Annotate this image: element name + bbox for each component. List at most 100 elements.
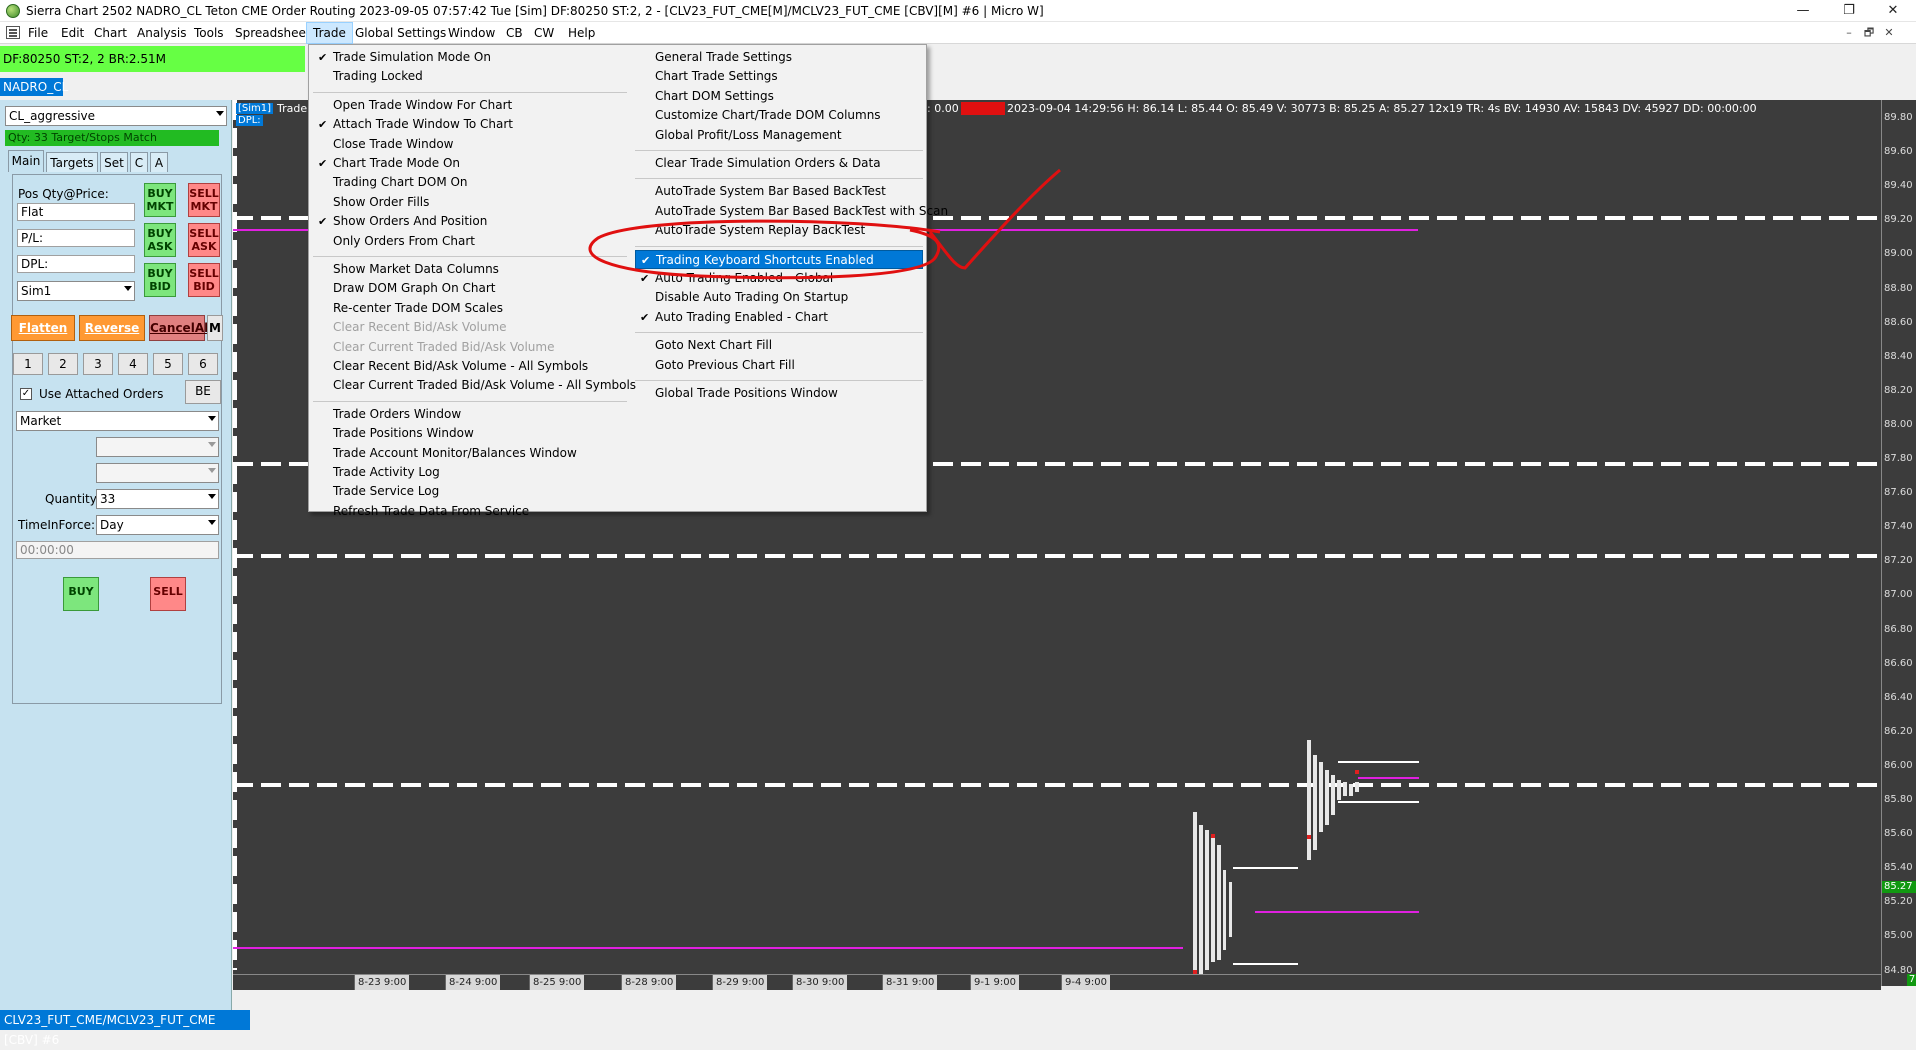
document-icon[interactable] xyxy=(6,26,20,39)
sierra-chart-app-icon[interactable] xyxy=(6,4,20,18)
trade-menu-item-trade-activity-log[interactable]: Trade Activity Log xyxy=(313,463,627,482)
trade-menu-item-trade-positions-window[interactable]: Trade Positions Window xyxy=(313,424,627,443)
trade-menu-item-only-orders-from-chart[interactable]: Only Orders From Chart xyxy=(313,232,627,251)
trade-menu-item-trading-keyboard-shortcuts-enabled[interactable]: ✔ Trading Keyboard Shortcuts Enabled xyxy=(635,249,923,269)
menu-global-settings[interactable]: Global Settings xyxy=(349,22,452,44)
buy-bid-button[interactable]: BUY BID xyxy=(144,263,176,297)
trade-menu-item-trade-service-log[interactable]: Trade Service Log xyxy=(313,482,627,501)
price-axis[interactable]: 89.80 89.60 89.40 89.20 89.00 88.80 88.60 88.40… xyxy=(1881,100,1916,986)
menu-item-label: Global Profit/Loss Management xyxy=(655,127,842,142)
trade-menu-item-customize-chart-trade-dom-columns[interactable]: Customize Chart/Trade DOM Columns xyxy=(635,106,923,125)
sell-market-button[interactable]: SELL MKT xyxy=(188,183,220,217)
use-attached-orders-checkbox[interactable]: ✓ xyxy=(20,388,32,400)
qty-button-1[interactable]: 1 xyxy=(13,353,43,375)
price2-select[interactable] xyxy=(96,463,219,483)
account-select[interactable]: Sim1 xyxy=(17,281,135,301)
quantity-select[interactable]: 33 xyxy=(96,489,219,509)
tab-set[interactable]: Set xyxy=(100,152,128,172)
time-axis[interactable]: 8-23 9:00 8-24 9:00 8-25 9:00 8-28 9:00 8-29… xyxy=(233,974,1881,990)
menu-edit[interactable]: Edit xyxy=(55,22,90,44)
cancel-all-button[interactable]: CancelAll xyxy=(149,315,212,341)
menu-tools[interactable]: Tools xyxy=(188,22,230,44)
tab-a[interactable]: A xyxy=(150,152,168,172)
menu-window[interactable]: Window xyxy=(442,22,501,44)
sell-button[interactable]: SELL xyxy=(150,577,186,611)
menu-item-label: Trade Positions Window xyxy=(333,426,474,441)
order-type-select[interactable]: Market xyxy=(16,411,219,431)
trade-menu-item-autotrade-system-replay-backtest[interactable]: AutoTrade System Replay BackTest xyxy=(635,221,923,240)
qty-button-3[interactable]: 3 xyxy=(83,353,113,375)
trade-menu-item-show-order-fills[interactable]: Show Order Fills xyxy=(313,193,627,212)
menu-chart[interactable]: Chart xyxy=(88,22,133,44)
trade-config-select[interactable]: CL_aggressive xyxy=(5,106,227,126)
trade-menu-item-show-market-data-columns[interactable]: Show Market Data Columns xyxy=(313,260,627,279)
trade-menu-item-clear-trade-simulation-orders-data[interactable]: Clear Trade Simulation Orders & Data xyxy=(635,154,923,173)
trade-menu-item-clear-current-traded-bid-ask-volume-all-symbols[interactable]: Clear Current Traded Bid/Ask Volume - Al… xyxy=(313,376,636,395)
mdi-close-button[interactable]: ✕ xyxy=(1880,25,1898,41)
trade-menu-item-clear-recent-bid-ask-volume-all-symbols[interactable]: Clear Recent Bid/Ask Volume - All Symbol… xyxy=(313,357,627,376)
chartbook-tab[interactable]: NADRO_CL xyxy=(0,78,68,96)
chart-symbol-tab[interactable]: CLV23_FUT_CME/MCLV23_FUT_CME [CBV] #6 xyxy=(0,1010,250,1047)
trade-menu-item-chart-trade-settings[interactable]: Chart Trade Settings xyxy=(635,67,923,86)
sell-ask-button[interactable]: SELL ASK xyxy=(188,223,220,257)
trade-menu-item-open-trade-window-for-chart[interactable]: Open Trade Window For Chart xyxy=(313,96,627,115)
menu-analysis[interactable]: Analysis xyxy=(131,22,192,44)
maximize-button[interactable]: ❐ xyxy=(1826,0,1872,22)
menu-file[interactable]: File xyxy=(22,22,54,44)
menu-item-label: Goto Next Chart Fill xyxy=(655,338,773,353)
good-till-time-field[interactable]: 00:00:00 xyxy=(16,541,219,559)
trade-menu-item-chart-trade-mode-on[interactable]: ✔ Chart Trade Mode On xyxy=(313,154,627,173)
qty-button-6[interactable]: 6 xyxy=(188,353,218,375)
reverse-button[interactable]: Reverse xyxy=(79,315,145,341)
mdi-restore-button[interactable]: 🗗 xyxy=(1860,25,1878,41)
menu-help[interactable]: Help xyxy=(562,22,601,44)
time-in-force-select[interactable]: Day xyxy=(96,515,219,535)
buy-button[interactable]: BUY xyxy=(63,577,99,611)
menu-spreadsheet[interactable]: Spreadsheet xyxy=(229,22,317,44)
trade-menu-item-attach-trade-window-to-chart[interactable]: ✔ Attach Trade Window To Chart xyxy=(313,115,627,134)
trade-menu-item-goto-previous-chart-fill[interactable]: Goto Previous Chart Fill xyxy=(635,356,923,375)
sell-bid-button[interactable]: SELL BID xyxy=(188,263,220,297)
trade-menu-item-autotrade-system-bar-based-backtest[interactable]: AutoTrade System Bar Based BackTest xyxy=(635,182,923,201)
mdi-minimize-button[interactable]: – xyxy=(1840,25,1858,41)
trade-menu-item-trade-simulation-mode-on[interactable]: ✔ Trade Simulation Mode On xyxy=(313,48,627,67)
close-button[interactable]: ✕ xyxy=(1870,0,1916,22)
qty-button-5[interactable]: 5 xyxy=(153,353,183,375)
trade-menu-item-draw-dom-graph-on-chart[interactable]: Draw DOM Graph On Chart xyxy=(313,279,627,298)
trade-menu-item-disable-auto-trading-on-startup[interactable]: Disable Auto Trading On Startup xyxy=(635,288,923,307)
price1-select[interactable] xyxy=(96,437,219,457)
trade-menu-item-trade-account-monitor-balances-window[interactable]: Trade Account Monitor/Balances Window xyxy=(313,444,627,463)
menu-item-label: Clear Trade Simulation Orders & Data xyxy=(655,156,881,170)
menu-cw[interactable]: CW xyxy=(528,22,560,44)
trade-menu-item-chart-dom-settings[interactable]: Chart DOM Settings xyxy=(635,87,923,106)
tab-main[interactable]: Main xyxy=(8,150,44,172)
trade-menu-item-auto-trading-enabled-global[interactable]: ✔ Auto Trading Enabled - Global xyxy=(635,269,923,288)
trade-menu-item-goto-next-chart-fill[interactable]: Goto Next Chart Fill xyxy=(635,336,923,355)
trade-menu-item-global-profit-loss-management[interactable]: Global Profit/Loss Management xyxy=(635,126,923,145)
trade-menu-item-trade-orders-window[interactable]: Trade Orders Window xyxy=(313,405,627,424)
menu-trade[interactable]: Trade xyxy=(306,22,353,44)
break-even-button[interactable]: BE xyxy=(185,380,221,404)
tab-c[interactable]: C xyxy=(130,152,148,172)
trade-menu-item-global-trade-positions-window[interactable]: Global Trade Positions Window xyxy=(635,384,923,403)
qty-button-4[interactable]: 4 xyxy=(118,353,148,375)
trade-menu-item-refresh-trade-data-from-service[interactable]: Refresh Trade Data From Service xyxy=(313,502,627,521)
trade-menu-item-trading-chart-dom-on[interactable]: Trading Chart DOM On xyxy=(313,173,627,192)
trade-menu-item-close-trade-window[interactable]: Close Trade Window xyxy=(313,135,627,154)
trade-menu-item-trading-locked[interactable]: Trading Locked xyxy=(313,67,627,86)
checkmark-icon: ✔ xyxy=(318,215,328,229)
checkmark-icon: ✔ xyxy=(318,157,328,170)
m-button[interactable]: M xyxy=(207,315,223,341)
trade-menu-item-autotrade-system-bar-based-backtest-with-scan[interactable]: AutoTrade System Bar Based BackTest with… xyxy=(635,202,948,221)
menu-cb[interactable]: CB xyxy=(500,22,529,44)
qty-button-2[interactable]: 2 xyxy=(48,353,78,375)
buy-ask-button[interactable]: BUY ASK xyxy=(144,223,176,257)
buy-market-button[interactable]: BUY MKT xyxy=(144,183,176,217)
trade-menu-item-general-trade-settings[interactable]: General Trade Settings xyxy=(635,48,923,67)
trade-menu-item-auto-trading-enabled-chart[interactable]: ✔ Auto Trading Enabled - Chart xyxy=(635,308,923,327)
trade-menu-item-show-orders-and-position[interactable]: ✔ Show Orders And Position xyxy=(313,212,627,231)
flatten-button[interactable]: Flatten xyxy=(11,315,75,341)
trade-menu-item-re-center-trade-dom-scales[interactable]: Re-center Trade DOM Scales xyxy=(313,299,627,318)
minimize-button[interactable]: — xyxy=(1780,0,1826,22)
tab-targets[interactable]: Targets xyxy=(46,152,98,172)
